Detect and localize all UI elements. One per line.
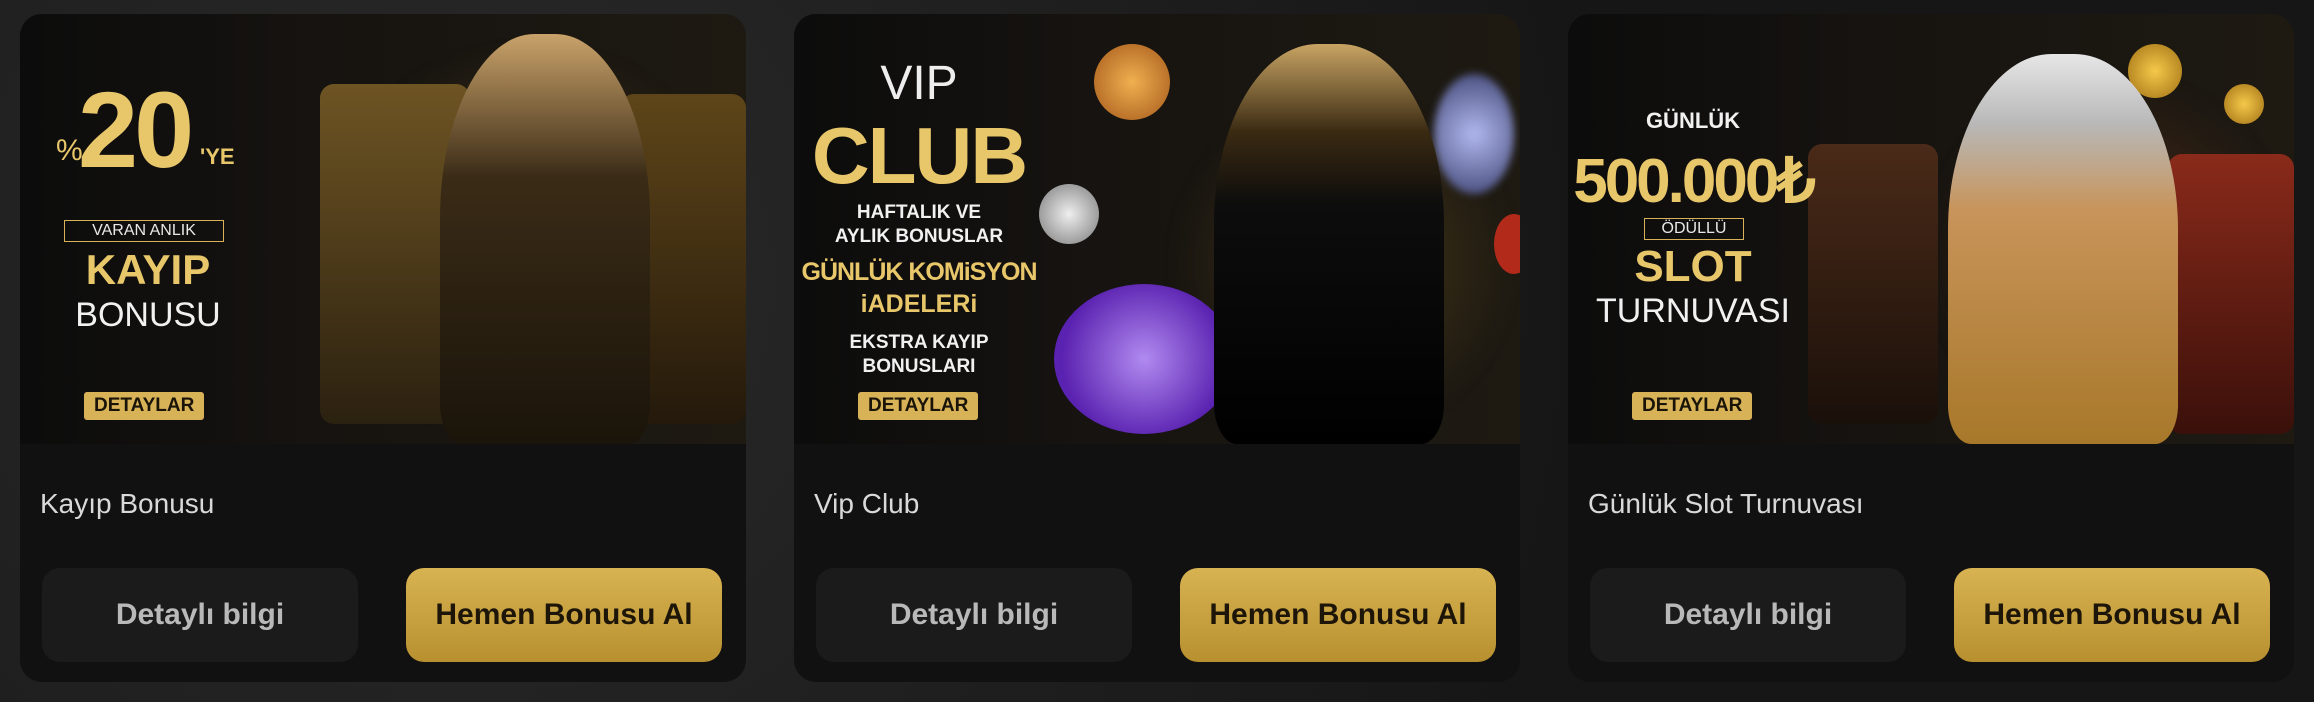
orange-medal-icon (1094, 44, 1170, 120)
card-title: Günlük Slot Turnuvası (1588, 488, 1864, 519)
vip-label: VIP (880, 57, 958, 110)
card-title: Kayıp Bonusu (40, 488, 215, 519)
hemen-bonusu-al-button[interactable]: Hemen Bonusu Al (1180, 568, 1496, 662)
gunluk-label: GÜNLÜK (1645, 108, 1741, 133)
percent-suffix: 'YE (200, 144, 235, 169)
purple-gem-icon (1054, 284, 1234, 434)
promo-card-vip-club: VIP CLUB HAFTALIK VE AYLIK BONUSLAR GÜNL… (794, 14, 1520, 682)
detaylar-chip[interactable]: DETAYLAR (1632, 392, 1753, 420)
detayli-bilgi-button[interactable]: Detaylı bilgi (1590, 568, 1906, 662)
detayli-bilgi-button[interactable]: Detaylı bilgi (42, 568, 358, 662)
promo-banner[interactable]: GÜNLÜK 500.000₺ ÖDÜLLÜ SLOT TURNUVASI DE… (1568, 14, 2294, 444)
percent-value: 20 (78, 69, 194, 190)
silver-medal-icon (1039, 184, 1099, 244)
club-label: CLUB (811, 111, 1028, 200)
card-title: Vip Club (814, 488, 920, 519)
detaylar-chip[interactable]: DETAYLAR (858, 392, 979, 420)
bonusu-heading: BONUSU (75, 296, 221, 334)
bonuslari-line: BONUSLARI (862, 356, 976, 377)
kayip-heading: KAYIP (85, 246, 211, 293)
iadeleri-line: iADELERi (860, 290, 978, 318)
odullu-label: ÖDÜLLÜ (1644, 218, 1744, 240)
promo-text: % 20 'YE VARAN ANLIK KAYIP BONUSU DETAYL… (20, 14, 280, 444)
promo-card-kayip-bonusu: % 20 'YE VARAN ANLIK KAYIP BONUSU DETAYL… (20, 14, 746, 682)
slot-machine-image (2168, 154, 2294, 434)
zeus-figure-image (1948, 54, 2178, 444)
hemen-bonusu-al-button[interactable]: Hemen Bonusu Al (1954, 568, 2270, 662)
gold-coin-icon (2224, 84, 2264, 124)
slot-machine-image (1808, 144, 1938, 424)
promo-banner[interactable]: VIP CLUB HAFTALIK VE AYLIK BONUSLAR GÜNL… (794, 14, 1520, 444)
detayli-bilgi-button[interactable]: Detaylı bilgi (816, 568, 1132, 662)
slot-heading: SLOT (1634, 242, 1752, 291)
promo-text: VIP CLUB HAFTALIK VE AYLIK BONUSLAR GÜNL… (794, 14, 1044, 444)
haftalik-line: HAFTALIK VE (856, 202, 982, 223)
promotions-page: { "cards": [ { "promo": { "percent_sign"… (0, 0, 2314, 702)
promo-text: GÜNLÜK 500.000₺ ÖDÜLLÜ SLOT TURNUVASI DE… (1568, 14, 1818, 444)
man-figure-image (1214, 44, 1444, 444)
promo-banner[interactable]: % 20 'YE VARAN ANLIK KAYIP BONUSU DETAYL… (20, 14, 746, 444)
blue-gem-icon (1434, 74, 1514, 194)
turnuvasi-heading: TURNUVASI (1596, 292, 1790, 330)
gunluk-komisyon-line: GÜNLÜK KOMiSYON (801, 258, 1038, 286)
prize-amount: 500.000₺ (1573, 147, 1816, 216)
detaylar-chip[interactable]: DETAYLAR (84, 392, 205, 420)
hemen-bonusu-al-button[interactable]: Hemen Bonusu Al (406, 568, 722, 662)
varan-anlik-label: VARAN ANLIK (64, 220, 224, 242)
ekstra-kayip-line: EKSTRA KAYIP (849, 332, 989, 353)
promo-card-slot-turnuvasi: GÜNLÜK 500.000₺ ÖDÜLLÜ SLOT TURNUVASI DE… (1568, 14, 2294, 682)
woman-figure-image (440, 34, 650, 444)
aylik-line: AYLIK BONUSLAR (834, 226, 1004, 247)
